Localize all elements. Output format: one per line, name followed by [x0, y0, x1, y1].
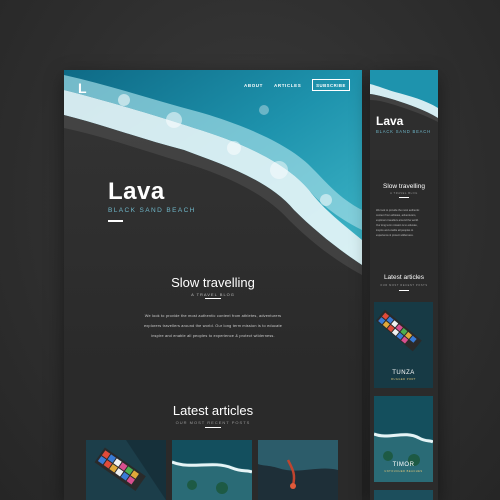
- intro-title: Slow travelling: [171, 275, 255, 290]
- article-thumbnail-lava[interactable]: [258, 440, 338, 500]
- latest-subtitle: OUR MOST RECENT POSTS: [175, 420, 251, 425]
- nav-link-articles[interactable]: ARTICLES: [274, 83, 301, 88]
- mobile-mockup: Lava BLACK SAND BEACH Slow travelling A …: [370, 70, 438, 500]
- mobile-intro-body-line: content from athletes, adventurers,: [376, 214, 417, 217]
- hero-image: L ABOUT ARTICLES SUBSCRIBE Lava BLACK SA…: [64, 70, 362, 370]
- mobile-article-card-tunza[interactable]: TUNZA RUGGED PORT: [374, 302, 433, 388]
- mobile-card-title: TUNZA: [392, 370, 415, 376]
- coast-image: [172, 440, 252, 500]
- mobile-latest-subtitle: OUR MOST RECENT POSTS: [380, 284, 428, 287]
- mobile-card-subtitle: UNTOUCHED BEACHES: [384, 470, 423, 473]
- intro-divider: [205, 298, 221, 299]
- intro-body-line: inspire and enable all peoples to experi…: [151, 334, 275, 338]
- lava-image: [258, 440, 338, 500]
- intro-body-line: explorers travellers around the world. O…: [143, 324, 283, 328]
- mobile-latest-divider: [399, 290, 409, 291]
- mobile-intro-body-line: inspire and enable all peoples to: [376, 229, 414, 232]
- mobile-card-title: TIMOR: [392, 462, 415, 468]
- latest-articles-section: Latest articles OUR MOST RECENT POSTS: [64, 370, 362, 500]
- subscribe-button[interactable]: SUBSCRIBE: [312, 79, 350, 91]
- hero-subtitle: BLACK SAND BEACH: [108, 207, 196, 214]
- desktop-mockup: L ABOUT ARTICLES SUBSCRIBE Lava BLACK SA…: [64, 70, 362, 500]
- intro-subtitle: A TRAVEL BLOG: [191, 292, 235, 297]
- mobile-article-card-timor[interactable]: TIMOR UNTOUCHED BEACHES: [374, 396, 433, 482]
- site-logo[interactable]: L: [78, 80, 87, 96]
- hero-divider: [108, 220, 123, 222]
- mobile-intro-body-line: experience & protect wilderness.: [376, 234, 414, 237]
- hero-title: Lava: [108, 178, 165, 205]
- mobile-intro-body-line: explorers travellers around the world.: [376, 219, 419, 222]
- mobile-intro-subtitle: A TRAVEL BLOG: [390, 192, 418, 195]
- mobile-article-card-partial[interactable]: [374, 490, 433, 500]
- article-thumbnail-ship[interactable]: [86, 440, 166, 500]
- article-thumbnail-coast[interactable]: [172, 440, 252, 500]
- intro-body-line: We look to provide the most authentic co…: [144, 314, 282, 318]
- mobile-hero-subtitle: BLACK SAND BEACH: [376, 129, 431, 134]
- mobile-card-subtitle: RUGGED PORT: [391, 378, 416, 381]
- mobile-latest-title: Latest articles: [383, 274, 425, 281]
- latest-title: Latest articles: [172, 403, 254, 418]
- mobile-intro-body-line: Our long term mission is to educate,: [376, 224, 418, 227]
- latest-divider: [205, 427, 221, 428]
- mobile-hero-title: Lava: [376, 114, 404, 128]
- mobile-intro-divider: [399, 197, 409, 198]
- ship-image: [86, 440, 166, 500]
- nav-link-about[interactable]: ABOUT: [244, 83, 263, 88]
- mobile-intro-title: Slow travelling: [383, 183, 425, 190]
- mobile-intro-body-line: We look to provide the most authentic: [376, 209, 420, 212]
